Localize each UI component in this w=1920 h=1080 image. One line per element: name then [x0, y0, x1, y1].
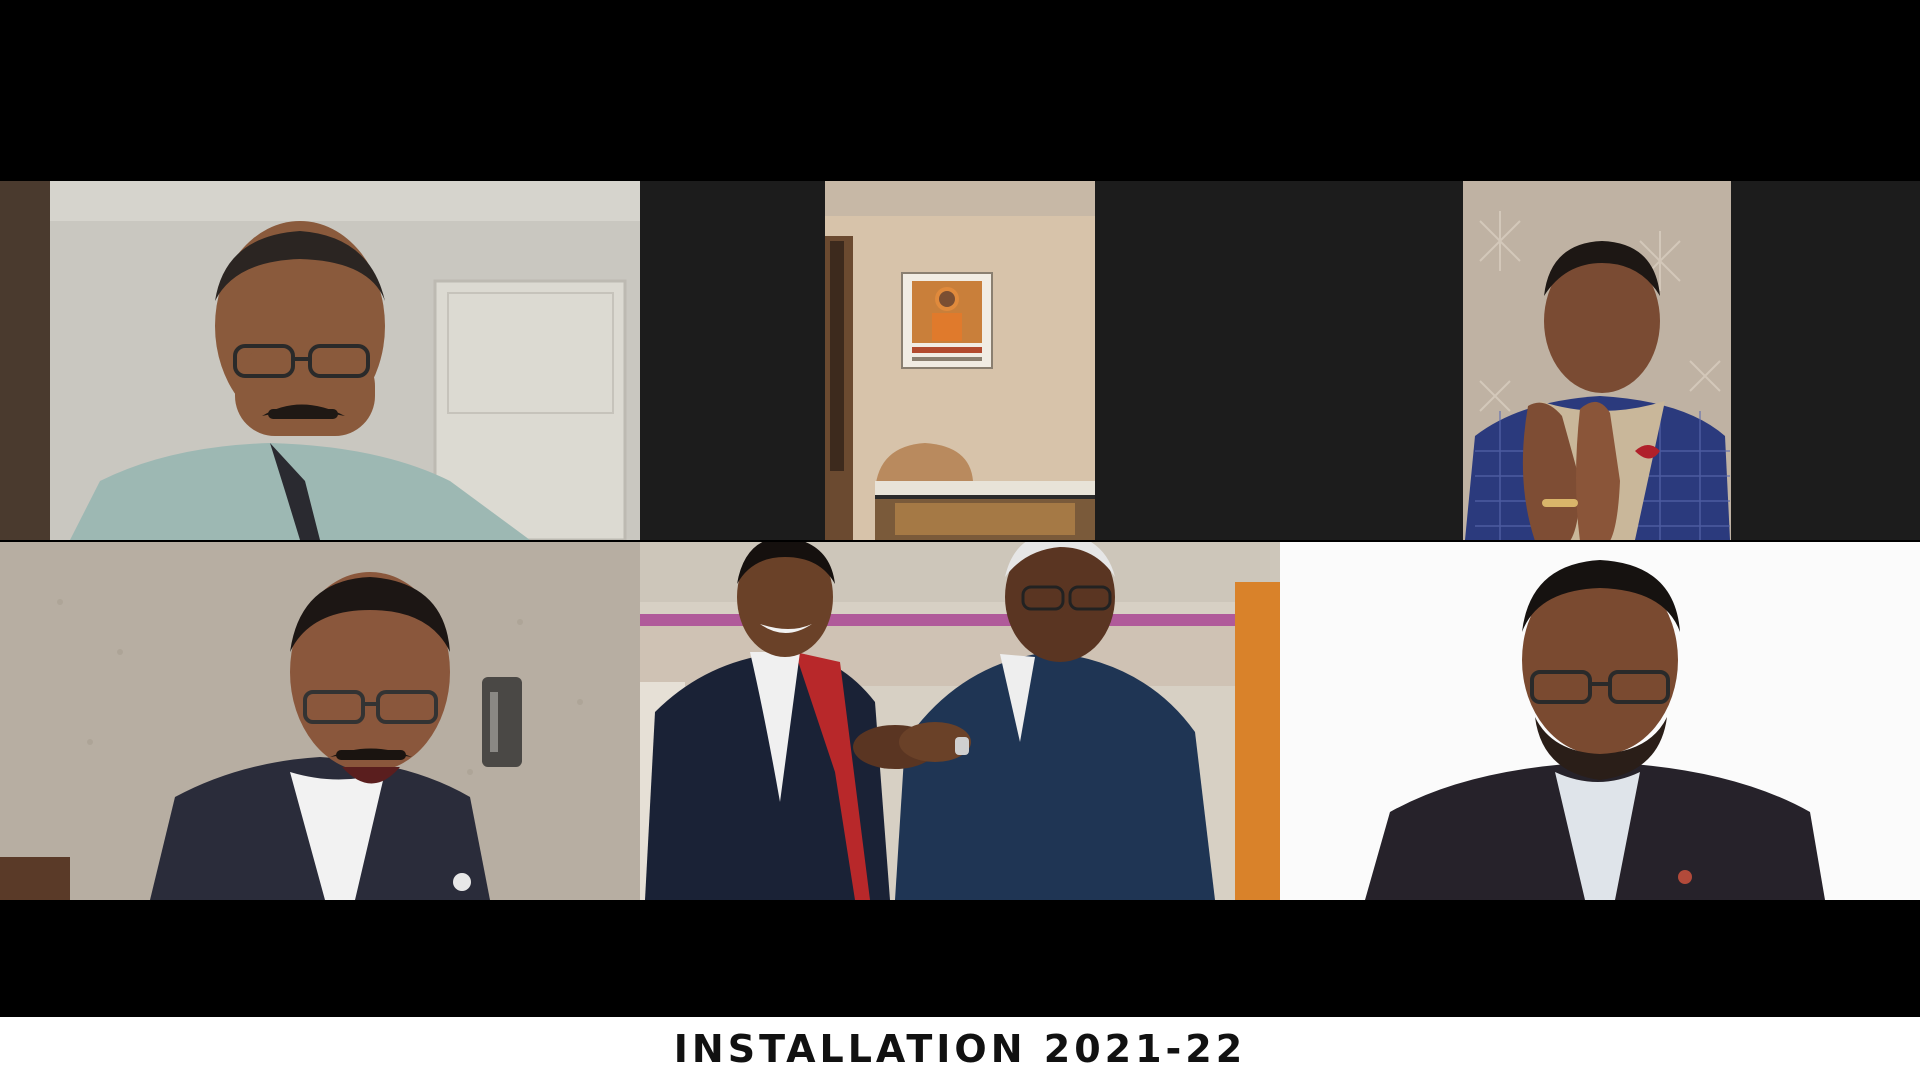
- participant-video-tile-4[interactable]: [0, 542, 640, 900]
- participant-video-tile-2[interactable]: [640, 181, 1280, 540]
- participant-4-video: [0, 542, 640, 900]
- participant-5-video: [640, 542, 1280, 900]
- participant-video-tile-5[interactable]: [640, 542, 1280, 900]
- participant-video-tile-3[interactable]: [1280, 181, 1920, 540]
- participant-6-video: [1280, 542, 1920, 900]
- video-frame: INSTALLATION 2021-22: [0, 0, 1920, 1080]
- participant-video-tile-6[interactable]: [1280, 542, 1920, 900]
- participant-1-video: [0, 181, 640, 540]
- caption-title: INSTALLATION 2021-22: [673, 1026, 1247, 1071]
- participant-video-tile-1[interactable]: [0, 181, 640, 540]
- caption-bar: INSTALLATION 2021-22: [0, 1017, 1920, 1080]
- participant-3-video: [1280, 181, 1920, 540]
- participant-2-video: [640, 181, 1280, 540]
- participant-grid: [0, 181, 1920, 900]
